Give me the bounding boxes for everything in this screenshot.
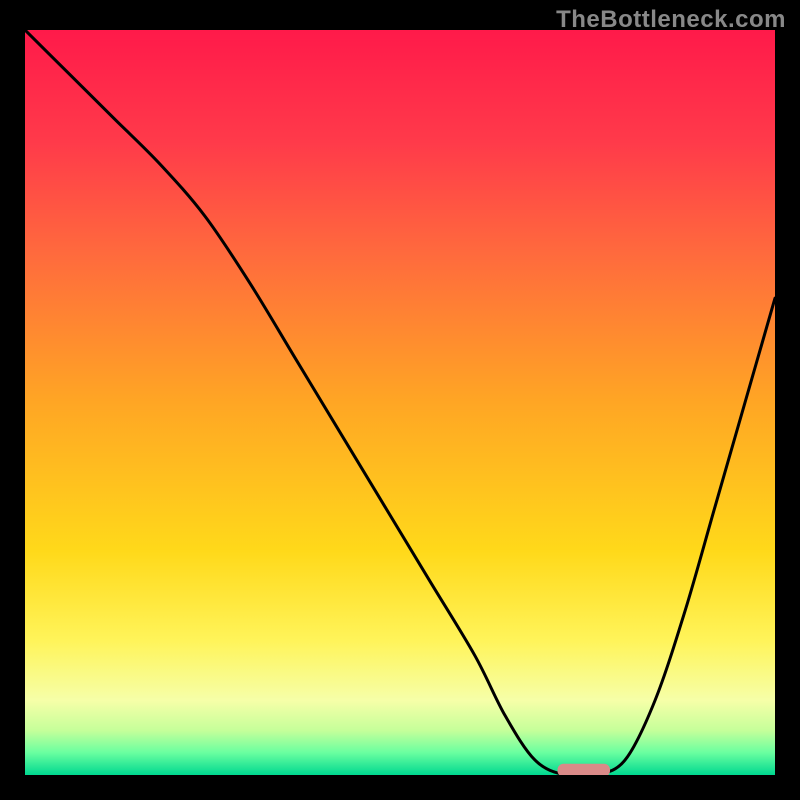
chart-container: TheBottleneck.com (0, 0, 800, 800)
curve-layer (25, 30, 775, 775)
bottleneck-curve (25, 30, 775, 775)
plot-area (25, 30, 775, 775)
optimal-zone-marker (558, 764, 611, 775)
